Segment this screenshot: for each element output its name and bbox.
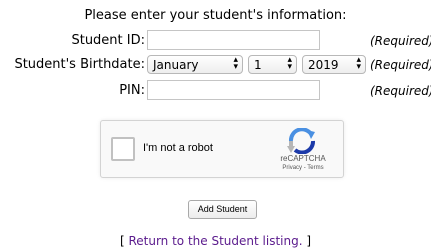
birth-month-select[interactable]: January ▴ ▾ <box>147 55 243 74</box>
student-id-label: Student ID: <box>71 33 145 48</box>
birth-year-select[interactable]: 2019 ▴ ▾ <box>302 55 366 74</box>
form-title: Please enter your student's information: <box>84 8 347 23</box>
birth-day-select[interactable]: 1 ▴ ▾ <box>248 55 297 74</box>
select-arrows-icon: ▴ ▾ <box>356 55 361 72</box>
pin-label: PIN: <box>119 83 145 98</box>
add-student-button[interactable]: Add Student <box>188 200 257 219</box>
recaptcha-widget: I'm not a robot reCAPTCHA Privacy - Term… <box>100 120 344 178</box>
close-bracket: ] <box>306 234 312 248</box>
pin-row: PIN: (Required) <box>0 80 431 104</box>
birth-day-value: 1 <box>254 58 262 72</box>
select-arrows-icon: ▴ ▾ <box>287 55 292 72</box>
student-id-row: Student ID: (Required) <box>0 30 431 54</box>
open-bracket: [ <box>119 234 125 248</box>
birthdate-label: Student's Birthdate: <box>14 57 145 72</box>
birthdate-required-note: (Required) <box>370 58 431 72</box>
student-id-input[interactable] <box>147 30 320 50</box>
pin-required-note: (Required) <box>370 84 431 98</box>
recaptcha-logo-icon <box>287 128 315 154</box>
birth-month-value: January <box>153 58 199 72</box>
recaptcha-brand: reCAPTCHA <box>280 154 326 163</box>
recaptcha-checkbox-label: I'm not a robot <box>143 142 213 154</box>
birthdate-row: Student's Birthdate: January ▴ ▾ 1 ▴ ▾ 201… <box>0 54 431 78</box>
select-arrows-icon: ▴ ▾ <box>233 55 238 72</box>
recaptcha-privacy-terms-link[interactable]: Privacy - Terms <box>273 165 333 171</box>
student-id-required-note: (Required) <box>370 34 431 48</box>
return-to-student-listing-link[interactable]: Return to the Student listing. <box>128 234 302 248</box>
recaptcha-checkbox[interactable] <box>111 137 135 161</box>
return-link-row: [ Return to the Student listing. ] <box>0 234 431 248</box>
birth-year-value: 2019 <box>308 58 339 72</box>
pin-input[interactable] <box>147 80 320 100</box>
